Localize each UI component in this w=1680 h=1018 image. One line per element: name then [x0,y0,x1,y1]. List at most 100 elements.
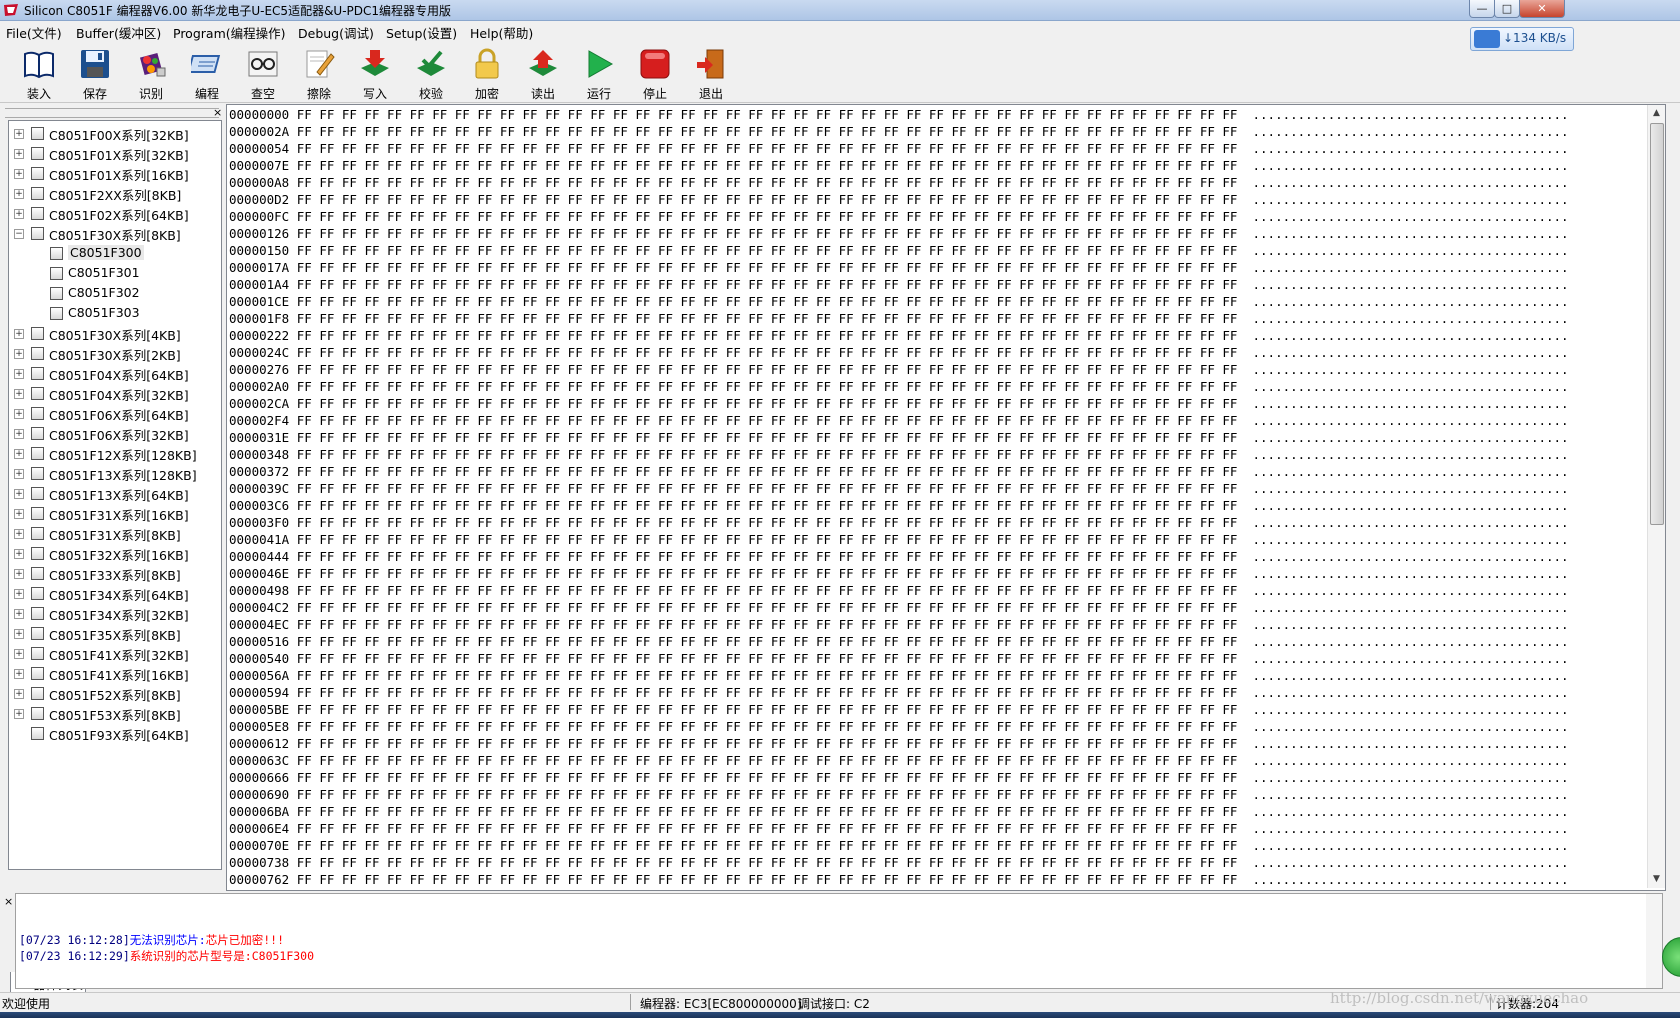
chip-node-icon [31,487,44,500]
hex-ascii: ........................................… [1252,770,1569,785]
chip-node-icon [31,647,44,660]
tree-node-label: C8051F303 [68,305,140,320]
menu-file[interactable]: File(文件) [6,23,62,42]
hex-ascii: ........................................… [1252,532,1569,547]
expand-icon[interactable]: + [14,629,24,639]
expand-icon[interactable]: + [14,189,24,199]
maximize-button[interactable]: □ [1494,0,1520,18]
hex-ascii: ........................................… [1252,396,1569,411]
expand-icon[interactable]: + [14,689,24,699]
menu-debug[interactable]: Debug(调试) [298,23,374,42]
hex-row: 000003C6 FF FF FF FF FF FF FF FF FF FF F… [229,497,1643,514]
menu-setup[interactable]: Setup(设置) [386,23,457,42]
hex-ascii: ........................................… [1252,515,1569,530]
hex-bytes: FF FF FF FF FF FF FF FF FF FF FF FF FF F… [289,804,1253,819]
log-message: 系统识别的芯片型号是: [129,949,252,963]
erase-button[interactable]: 擦除 [292,45,346,101]
hex-address: 00000276 [229,362,290,377]
expand-icon[interactable]: + [14,569,24,579]
expand-icon[interactable]: + [14,369,24,379]
hex-bytes: FF FF FF FF FF FF FF FF FF FF FF FF FF F… [289,617,1253,632]
hex-row: 00000348 FF FF FF FF FF FF FF FF FF FF F… [229,446,1643,463]
write-button[interactable]: 写入 [348,45,402,101]
collapse-icon[interactable]: − [14,229,24,239]
menu-program[interactable]: Program(编程操作) [173,23,286,42]
expand-icon[interactable]: + [14,329,24,339]
load-label: 装入 [26,87,51,101]
scroll-up-arrow[interactable]: ▲ [1648,105,1665,122]
hex-bytes: FF FF FF FF FF FF FF FF FF FF FF FF FF F… [289,141,1253,156]
expand-icon[interactable]: + [14,669,24,679]
expand-icon[interactable]: + [14,649,24,659]
device-panel-close-button[interactable]: × [213,106,222,119]
scroll-thumb[interactable] [1650,123,1664,525]
read-button[interactable]: 读出 [516,45,570,101]
expand-icon[interactable]: + [14,609,24,619]
hex-row: 0000024C FF FF FF FF FF FF FF FF FF FF F… [229,344,1643,361]
log-close-button[interactable]: × [4,895,13,908]
minimize-button[interactable]: — [1469,0,1495,18]
save-button[interactable]: 保存 [68,45,122,101]
hex-row: 0000031E FF FF FF FF FF FF FF FF FF FF F… [229,429,1643,446]
hex-scrollbar[interactable]: ▲ ▼ [1647,105,1665,888]
tree-node-label: C8051F13X系列[128KB] [49,468,197,483]
expand-icon[interactable]: + [14,349,24,359]
program-button[interactable]: 编程 [180,45,234,101]
chip-node-icon [50,247,63,260]
expand-icon[interactable]: + [14,409,24,419]
expand-icon[interactable]: + [14,449,24,459]
expand-icon[interactable]: + [14,549,24,559]
hex-address: 0000017A [229,260,290,275]
hex-address: 00000666 [229,770,290,785]
expand-icon[interactable]: + [14,169,24,179]
run-button[interactable]: 运行 [572,45,626,101]
exit-button[interactable]: 退出 [684,45,738,101]
hex-address: 00000762 [229,872,290,887]
expand-icon[interactable]: + [14,529,24,539]
hex-address: 00000612 [229,736,290,751]
expand-icon[interactable]: + [14,709,24,719]
scroll-down-arrow[interactable]: ▼ [1648,871,1665,888]
blank-check-button[interactable]: 查空 [236,45,290,101]
expand-icon[interactable]: + [14,489,24,499]
load-button[interactable]: 装入 [12,45,66,101]
expand-icon[interactable]: + [14,149,24,159]
menu-buffer[interactable]: Buffer(缓冲区) [76,23,161,42]
hex-address: 000006BA [229,804,290,819]
hex-buffer-view[interactable]: 00000000 FF FF FF FF FF FF FF FF FF FF F… [229,106,1643,888]
floppy-disk-icon [81,50,109,78]
expand-icon[interactable]: + [14,129,24,139]
device-tree[interactable]: + C8051F00X系列[32KB] + C8051F01X系列[32KB] + C80… [8,120,222,870]
device-panel: × + C8051F00X系列[32KB] + C8051F01X系列[32KB] + C… [2,106,224,993]
log-line: [07/23 16:12:28]无法识别芯片:芯片已加密!!! [19,932,284,948]
close-button[interactable]: ✕ [1519,0,1565,18]
hex-bytes: FF FF FF FF FF FF FF FF FF FF FF FF FF F… [289,277,1253,292]
menu-help[interactable]: Help(帮助) [470,23,533,42]
expand-icon[interactable]: + [14,209,24,219]
log-time: [07/23 16:12:29] [19,949,130,963]
hex-ascii: ........................................… [1252,702,1569,717]
hex-ascii: ........................................… [1252,447,1569,462]
hex-buffer-panel: 00000000 FF FF FF FF FF FF FF FF FF FF F… [226,104,1666,891]
log-message-detail: 芯片已加密!!! [205,933,284,947]
expand-icon[interactable]: + [14,509,24,519]
chip-node-icon [31,147,44,160]
expand-icon[interactable]: + [14,589,24,599]
hex-address: 000002F4 [229,413,290,428]
expand-icon[interactable]: + [14,429,24,439]
verify-button[interactable]: 校验 [404,45,458,101]
erase-label: 擦除 [306,87,331,101]
log-output[interactable]: [07/23 16:12:28]无法识别芯片:芯片已加密!!! [07/23 1… [15,893,1663,989]
expand-icon[interactable]: + [14,389,24,399]
log-scrollbar[interactable] [1646,894,1662,988]
identify-button[interactable]: 识别 [124,45,178,101]
chip-node-icon [31,467,44,480]
stop-button[interactable]: 停止 [628,45,682,101]
device-panel-grip[interactable] [5,108,219,118]
chip-node-icon [31,327,44,340]
hex-row: 000005BE FF FF FF FF FF FF FF FF FF FF F… [229,701,1643,718]
hex-bytes: FF FF FF FF FF FF FF FF FF FF FF FF FF F… [289,532,1253,547]
expand-icon[interactable]: + [14,469,24,479]
hex-row: 000000A8 FF FF FF FF FF FF FF FF FF FF F… [229,174,1643,191]
encrypt-button[interactable]: 加密 [460,45,514,101]
